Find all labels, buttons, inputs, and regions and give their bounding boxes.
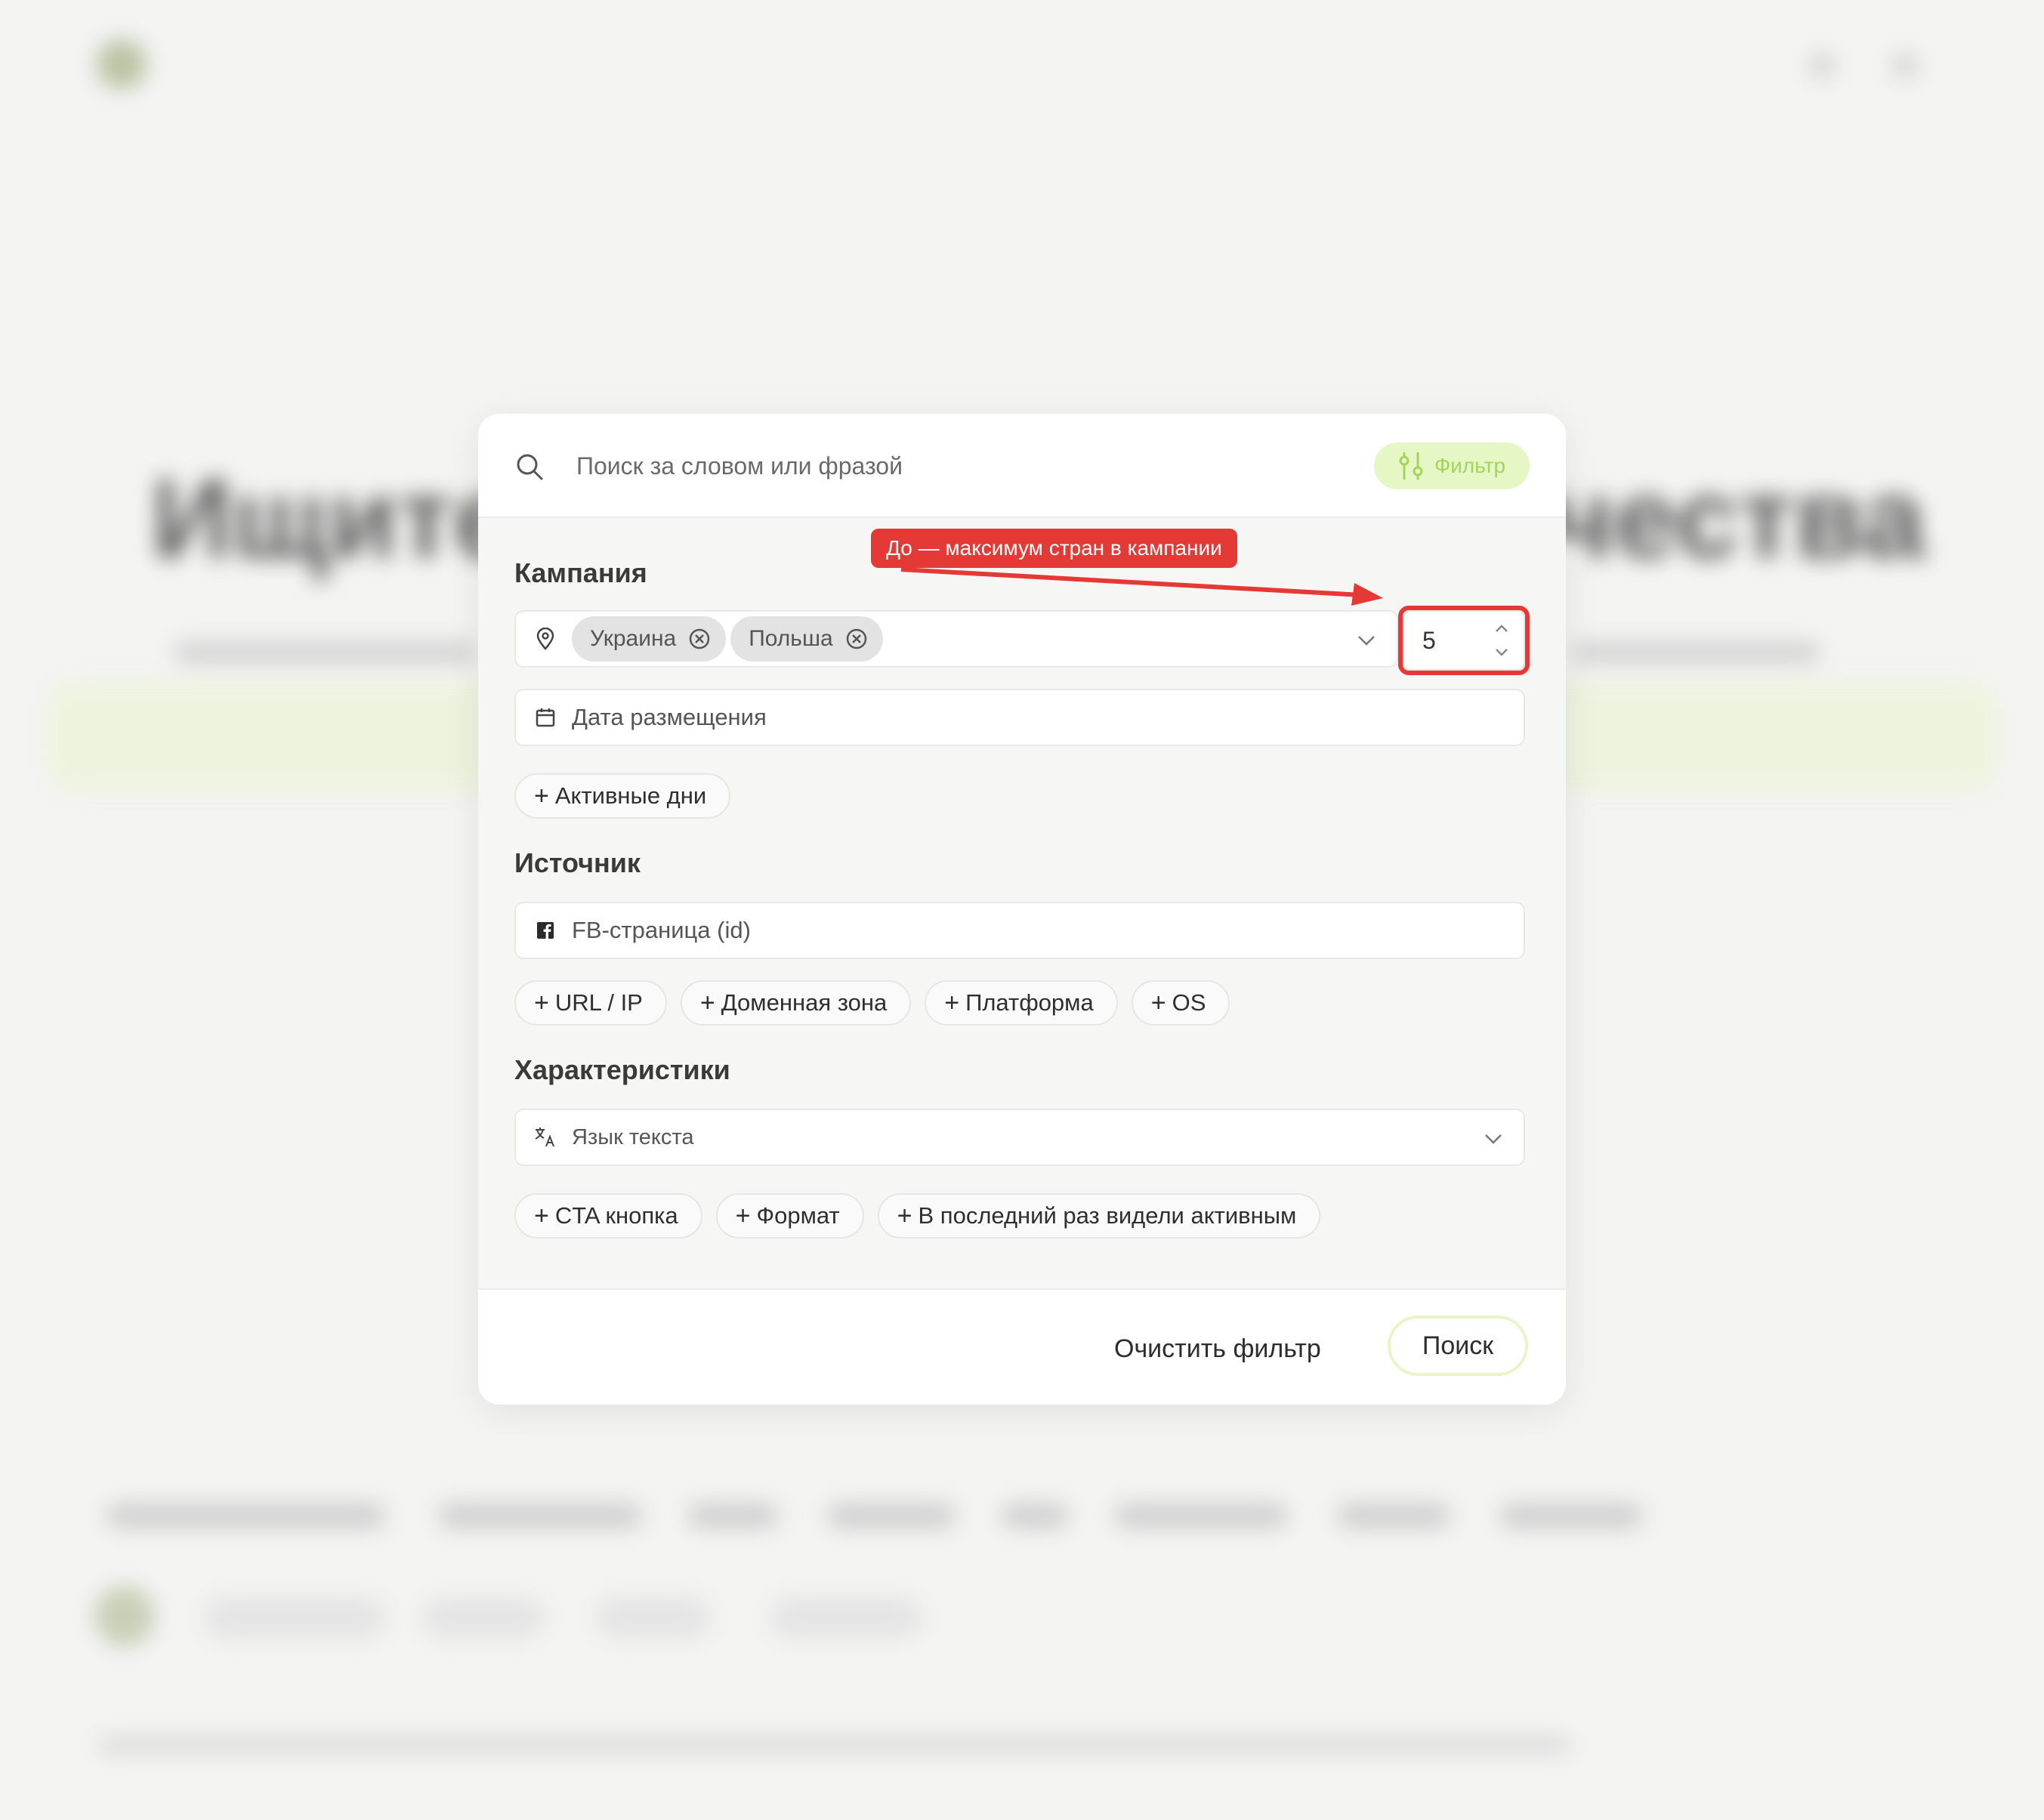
cta-label: CTA кнопка	[554, 1202, 678, 1229]
search-icon	[517, 454, 543, 480]
bg-nav-7	[1337, 1503, 1450, 1528]
bg-nav-4	[827, 1503, 956, 1528]
hero-title-left: Ищите	[151, 455, 517, 581]
remove-chip-icon[interactable]	[688, 628, 711, 650]
remove-chip-icon[interactable]	[845, 628, 868, 650]
modal-footer: Очистить фильтр Поиск	[478, 1288, 1566, 1405]
chevron-down-icon[interactable]	[1483, 1128, 1504, 1149]
search-bar: Фильтр	[478, 414, 1566, 518]
add-platform-button[interactable]: + Платформа	[925, 980, 1118, 1026]
fb-page-field[interactable]: FB-страница (id)	[514, 902, 1525, 959]
filter-button[interactable]: Фильтр	[1374, 443, 1530, 489]
platform-label: Платформа	[965, 989, 1094, 1016]
add-active-days-button[interactable]: + Активные дни	[514, 773, 731, 819]
annotation-label: До — максимум стран в кампании	[871, 529, 1237, 568]
location-pin-icon	[534, 628, 557, 650]
domain-zone-label: Доменная зона	[721, 989, 888, 1016]
top-icon-2	[1892, 53, 1918, 79]
add-last-seen-active-button[interactable]: + В последний раз видели активным	[877, 1193, 1321, 1239]
bg-footer-pill-4	[770, 1597, 922, 1638]
chevron-down-icon[interactable]	[1356, 630, 1377, 651]
search-button[interactable]: Поиск	[1388, 1316, 1528, 1376]
calendar-icon	[534, 706, 557, 729]
source-pill-row: + URL / IP + Доменная зона + Платформа + OS	[514, 980, 1230, 1026]
add-cta-button[interactable]: + CTA кнопка	[514, 1193, 702, 1239]
placement-date-field[interactable]: Дата размещения	[514, 689, 1525, 746]
filter-modal: Фильтр Кампания До — максимум стран в ка…	[478, 414, 1566, 1405]
hero-subtitle-left	[174, 642, 476, 663]
hero-subtitle-right	[1571, 642, 1820, 663]
annotation-highlight	[1398, 606, 1530, 675]
active-days-label: Активные дни	[554, 782, 707, 809]
logo-icon	[97, 39, 147, 89]
clear-filter-button[interactable]: Очистить фильтр	[1114, 1328, 1321, 1370]
campaign-title: Кампания	[514, 557, 647, 588]
url-ip-label: URL / IP	[554, 989, 643, 1016]
country-select[interactable]: Украина Польша	[514, 610, 1398, 668]
characteristics-title: Характеристики	[514, 1054, 730, 1085]
source-title: Источник	[514, 847, 641, 878]
last-seen-active-label: В последний раз видели активным	[918, 1202, 1297, 1229]
bg-footer-logo	[94, 1586, 155, 1646]
bg-nav-3	[687, 1503, 778, 1528]
country-chip-label: Украина	[590, 626, 677, 651]
os-label: OS	[1172, 989, 1206, 1016]
top-icon-1	[1809, 53, 1835, 79]
bg-nav-2	[438, 1503, 642, 1528]
sliders-icon	[1399, 452, 1423, 480]
country-chip-ukraine: Украина	[572, 616, 727, 662]
add-url-ip-button[interactable]: + URL / IP	[514, 980, 667, 1026]
campaign-pill-row: + Активные дни	[514, 773, 731, 819]
facebook-icon	[534, 919, 557, 942]
add-domain-zone-button[interactable]: + Доменная зона	[680, 980, 912, 1026]
bg-footer-pill-3	[597, 1597, 710, 1638]
bg-footer-text	[98, 1737, 1571, 1754]
search-input[interactable]	[575, 444, 1288, 488]
country-chip-poland: Польша	[730, 616, 883, 662]
bg-footer-pill-1	[204, 1597, 385, 1638]
add-format-button[interactable]: + Формат	[715, 1193, 864, 1239]
filter-button-label: Фильтр	[1434, 454, 1506, 477]
bg-footer-pill-2	[423, 1597, 544, 1638]
placement-date-placeholder: Дата размещения	[572, 704, 767, 730]
bg-nav-5	[1001, 1503, 1069, 1528]
bg-nav-6	[1114, 1503, 1288, 1528]
bg-nav-1	[106, 1503, 385, 1528]
translate-icon	[534, 1126, 557, 1149]
format-label: Формат	[756, 1202, 840, 1229]
language-placeholder: Язык текста	[572, 1124, 694, 1149]
bg-nav-8	[1499, 1503, 1643, 1528]
fb-page-placeholder: FB-страница (id)	[572, 917, 751, 943]
characteristics-pill-row: + CTA кнопка + Формат + В последний раз вид…	[514, 1193, 1321, 1239]
add-os-button[interactable]: + OS	[1131, 980, 1230, 1026]
country-chip-label: Польша	[749, 626, 833, 651]
language-select[interactable]: Язык текста	[514, 1109, 1525, 1166]
hero-title-right: чества	[1548, 455, 1926, 581]
